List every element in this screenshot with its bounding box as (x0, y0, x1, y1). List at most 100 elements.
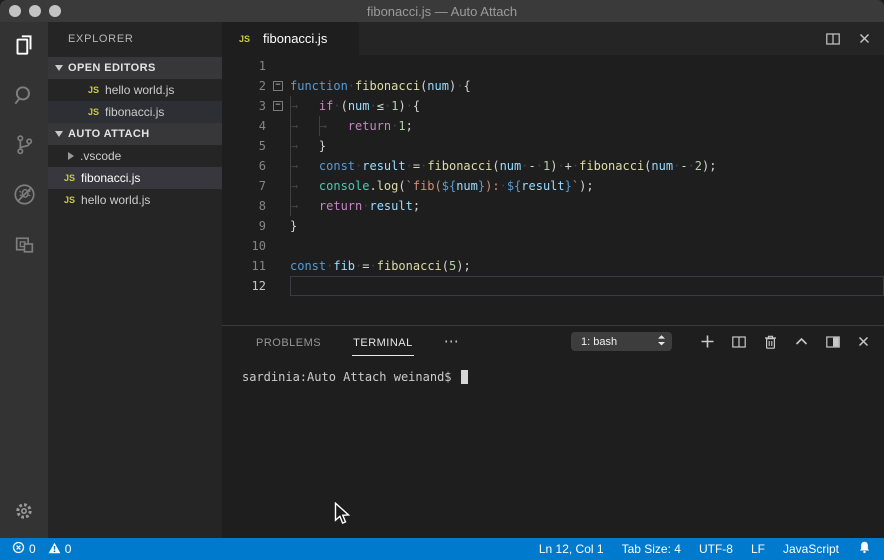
file-item-fibonacci-js[interactable]: JSfibonacci.js (48, 167, 222, 189)
fold-collapse-icon[interactable]: − (273, 81, 283, 91)
twistie-collapsed-icon (68, 152, 74, 160)
code-text[interactable]: →if·(num·≤·1)·{ (290, 96, 884, 116)
code-line-7[interactable]: 7→console.log(`fib(${num}):·${result}`); (222, 176, 884, 196)
kill-terminal-button[interactable] (763, 334, 778, 350)
toggle-panel-position-button[interactable] (825, 334, 841, 350)
language-mode-status[interactable]: JavaScript (783, 542, 839, 556)
line-number: 2 (222, 76, 266, 96)
zoom-window-button[interactable] (49, 5, 61, 17)
new-terminal-button[interactable] (700, 334, 715, 349)
cursor-position-status[interactable]: Ln 12, Col 1 (539, 542, 604, 556)
panel-actions: 1: bash (571, 326, 884, 357)
code-line-11[interactable]: 11const·fib·=·fibonacci(5); (222, 256, 884, 276)
activity-item-debug[interactable] (0, 172, 48, 222)
activity-item-source-control[interactable] (0, 122, 48, 172)
file-item-hello-world-js[interactable]: JShello world.js (48, 189, 222, 211)
code-token: { (413, 99, 420, 113)
close-editor-button[interactable] (858, 32, 871, 45)
code-text[interactable]: function·fibonacci(num)·{ (290, 76, 884, 96)
code-line-6[interactable]: 6→const·result·=·fibonacci(num·-·1)·+·fi… (222, 156, 884, 176)
section-header-auto-attach[interactable]: AUTO ATTACH (48, 123, 222, 145)
error-count: 0 (29, 542, 36, 556)
code-token: = (413, 159, 420, 173)
code-line-10[interactable]: 10 (222, 236, 884, 256)
file-item-label: hello world.js (105, 83, 174, 97)
file-item-fibonacci-js[interactable]: JSfibonacci.js (48, 101, 222, 123)
code-token: ( (492, 159, 499, 173)
code-text[interactable] (290, 56, 884, 76)
code-text[interactable]: →return·result; (290, 196, 884, 216)
code-line-9[interactable]: 9} (222, 216, 884, 236)
code-text[interactable]: →→return·1; (290, 116, 884, 136)
code-text[interactable] (290, 236, 884, 256)
file-item-hello-world-js[interactable]: JShello world.js (48, 79, 222, 101)
problems-status[interactable]: 0 0 (12, 541, 71, 557)
code-token: { (463, 79, 470, 93)
fold-collapse-icon[interactable]: − (273, 101, 283, 111)
code-text[interactable] (290, 276, 884, 296)
code-text[interactable]: →const·result·=·fibonacci(num·-·1)·+·fib… (290, 156, 884, 176)
code-token: · (348, 79, 355, 93)
terminal-content[interactable]: sardinia:Auto Attach weinand$ (222, 357, 884, 384)
eol-status[interactable]: LF (751, 542, 765, 556)
tab-problems[interactable]: PROBLEMS (255, 328, 322, 356)
split-editor-button[interactable] (825, 31, 841, 47)
fold-column (266, 116, 290, 136)
code-editor[interactable]: 12−function·fibonacci(num)·{3−→if·(num·≤… (222, 55, 884, 326)
terminal-select[interactable]: 1: bash (571, 332, 672, 351)
code-token: . (369, 179, 376, 193)
terminal-cursor (461, 370, 468, 384)
code-text[interactable]: } (290, 216, 884, 236)
close-panel-button[interactable] (857, 335, 870, 348)
maximize-panel-button[interactable] (794, 335, 809, 348)
code-line-12[interactable]: 12 (222, 276, 884, 296)
activity-item-search[interactable] (0, 72, 48, 122)
tab-size-status[interactable]: Tab Size: 4 (622, 542, 681, 556)
encoding-status[interactable]: UTF-8 (699, 542, 733, 556)
code-token: return (319, 199, 362, 213)
minimize-window-button[interactable] (29, 5, 41, 17)
line-number: 3 (222, 96, 266, 116)
status-bar: 0 0 Ln 12, Col 1 Tab Size: 4 UTF-8 LF Ja… (0, 538, 884, 560)
code-line-2[interactable]: 2−function·fibonacci(num)·{ (222, 76, 884, 96)
trash-icon (763, 334, 778, 350)
fold-column (266, 136, 290, 156)
close-window-button[interactable] (9, 5, 21, 17)
code-token: + (565, 159, 572, 173)
line-number: 1 (222, 56, 266, 76)
code-token: · (521, 159, 528, 173)
code-token: result (362, 159, 405, 173)
section-label: OPEN EDITORS (68, 62, 156, 74)
warning-icon (48, 542, 61, 557)
tab-terminal[interactable]: TERMINAL (352, 328, 414, 356)
code-text[interactable]: const·fib·=·fibonacci(5); (290, 256, 884, 276)
code-text[interactable]: →} (290, 136, 884, 156)
code-token: num (456, 179, 478, 193)
vscode-window: fibonacci.js — Auto Attach (0, 0, 884, 560)
section-header-open-editors[interactable]: OPEN EDITORS (48, 57, 222, 79)
file-item-vscode[interactable]: .vscode (48, 145, 222, 167)
code-token: · (333, 99, 340, 113)
code-line-8[interactable]: 8→return·result; (222, 196, 884, 216)
notifications-bell-button[interactable] (857, 540, 872, 558)
manage-button[interactable] (0, 499, 48, 528)
fold-column: − (266, 96, 290, 116)
code-token: fibonacci (427, 159, 492, 173)
code-text[interactable]: →console.log(`fib(${num}):·${result}`); (290, 176, 884, 196)
tab-fibonacci-js[interactable]: JS fibonacci.js (222, 22, 359, 55)
activity-item-explorer[interactable] (0, 22, 48, 72)
search-icon (11, 82, 37, 113)
code-token: ; (586, 179, 593, 193)
title-bar: fibonacci.js — Auto Attach (0, 0, 884, 22)
activity-item-extensions[interactable] (0, 222, 48, 272)
select-stepper-icon (656, 334, 667, 350)
code-line-4[interactable]: 4→→return·1; (222, 116, 884, 136)
js-file-icon: JS (88, 107, 99, 117)
close-icon (857, 335, 870, 348)
code-line-5[interactable]: 5→} (222, 136, 884, 156)
panel-more-actions-button[interactable]: ⋯ (444, 337, 459, 347)
bottom-panel: PROBLEMS TERMINAL ⋯ 1: bash sar (222, 325, 884, 538)
code-line-3[interactable]: 3−→if·(num·≤·1)·{ (222, 96, 884, 116)
split-terminal-button[interactable] (731, 334, 747, 350)
code-line-1[interactable]: 1 (222, 56, 884, 76)
